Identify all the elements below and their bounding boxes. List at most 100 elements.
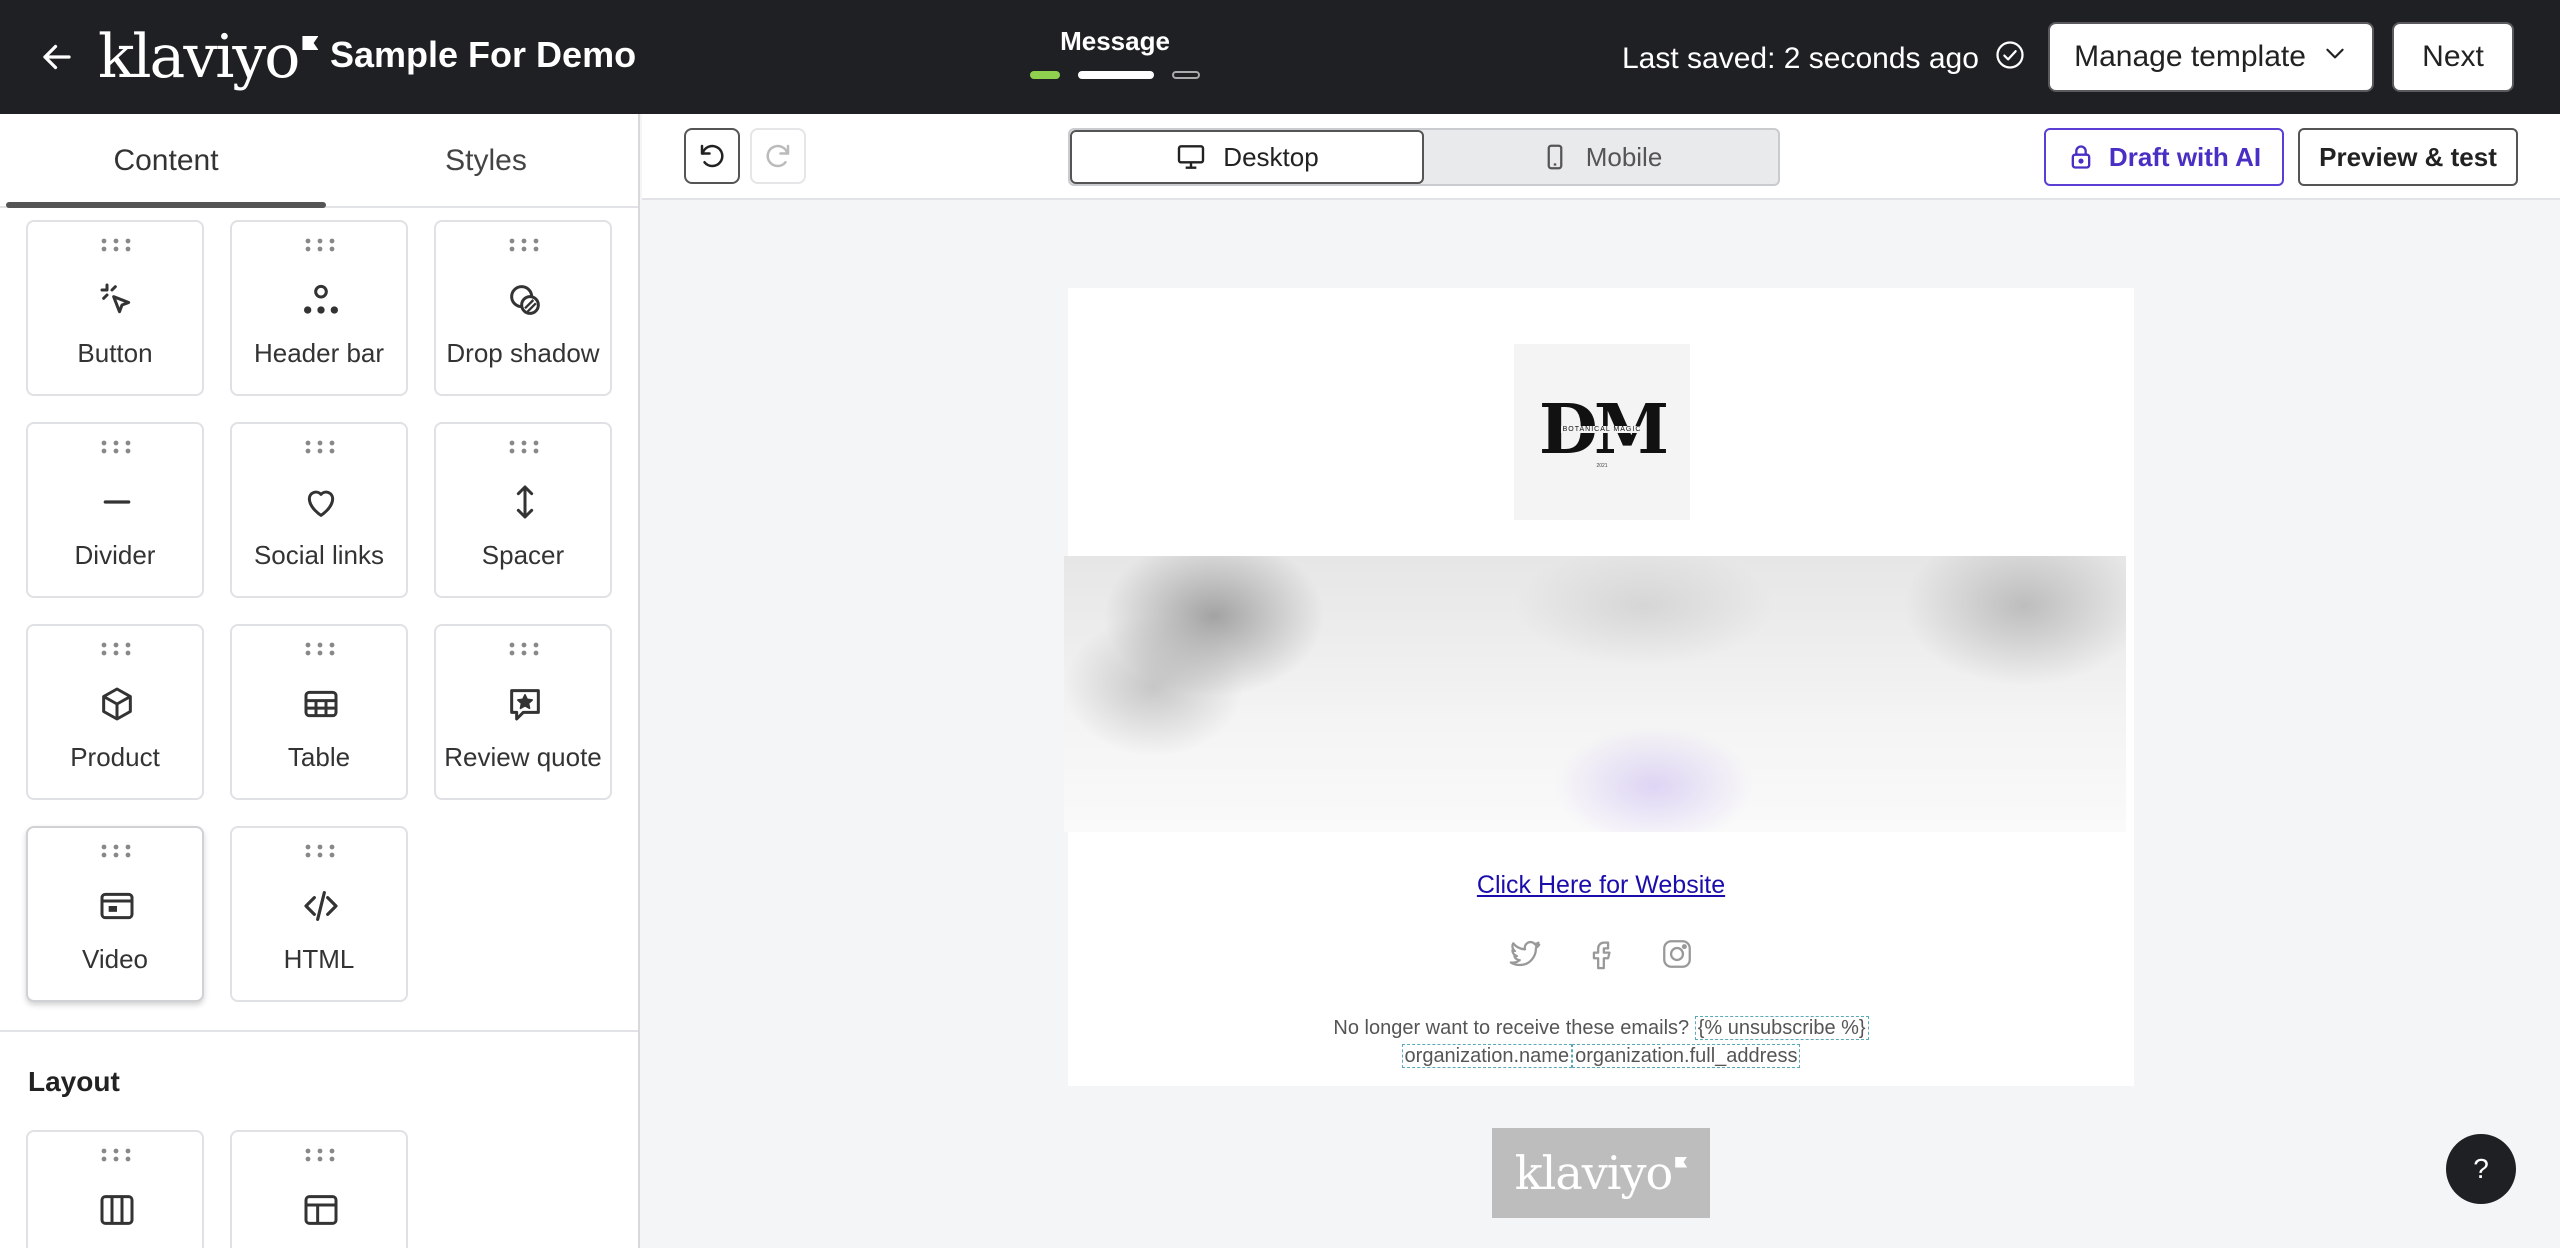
block-table[interactable]: Table xyxy=(230,624,408,800)
code-icon xyxy=(301,886,341,926)
desktop-label: Desktop xyxy=(1223,141,1319,172)
drag-handle-icon[interactable] xyxy=(100,440,132,454)
step-current-bar xyxy=(1078,71,1154,79)
drag-handle-icon[interactable] xyxy=(304,844,336,858)
step-progress xyxy=(1030,71,1200,79)
editor-toolbar: Desktop Mobile Draft with AI Preview & t… xyxy=(642,114,2560,200)
block-label: Header bar xyxy=(253,338,385,368)
active-tab-indicator xyxy=(6,202,326,208)
undo-button[interactable] xyxy=(684,128,740,184)
chevron-down-icon xyxy=(2322,40,2348,74)
block-columns[interactable] xyxy=(26,1130,204,1248)
drag-handle-icon[interactable] xyxy=(304,238,336,252)
manage-template-button[interactable]: Manage template xyxy=(2048,22,2374,92)
block-label: Spacer xyxy=(481,540,565,570)
tab-content[interactable]: Content xyxy=(6,114,326,208)
block-label: Product xyxy=(70,742,160,772)
back-arrow-icon[interactable] xyxy=(36,36,78,78)
drag-handle-icon[interactable] xyxy=(508,238,540,252)
save-status-text: Last saved: 2 seconds ago xyxy=(1622,42,1979,75)
drag-handle-icon[interactable] xyxy=(508,440,540,454)
org-address-tag[interactable]: organization.full_address xyxy=(1572,1044,1801,1068)
block-video[interactable]: Video xyxy=(26,826,204,1002)
drag-handle-icon[interactable] xyxy=(304,1148,336,1162)
block-review-quote[interactable]: Review quote xyxy=(434,624,612,800)
tab-styles[interactable]: Styles xyxy=(326,114,638,208)
drag-handle-icon[interactable] xyxy=(508,642,540,656)
divider-icon xyxy=(97,482,137,522)
block-product[interactable]: Product xyxy=(26,624,204,800)
powered-by-klaviyo-badge: klaviyo xyxy=(1492,1128,1710,1218)
klaviyo-logo[interactable]: klaviyo xyxy=(98,22,319,92)
drag-handle-icon[interactable] xyxy=(100,1148,132,1162)
instagram-icon[interactable] xyxy=(1657,934,1697,974)
block-divider[interactable]: Divider xyxy=(26,422,204,598)
block-label: Review quote xyxy=(444,742,602,772)
redo-button[interactable] xyxy=(750,128,806,184)
help-button[interactable]: ? xyxy=(2446,1134,2516,1204)
drag-handle-icon[interactable] xyxy=(100,844,132,858)
social-links xyxy=(1068,934,2134,974)
email-canvas: DM BOTANICAL MAGIC 2021 Click Here for W… xyxy=(642,202,2560,1248)
draft-with-ai-label: Draft with AI xyxy=(2108,141,2262,172)
layout-section-title: Layout xyxy=(28,1066,120,1097)
block-drop-shadow[interactable]: Drop shadow xyxy=(434,220,612,396)
block-label: Button xyxy=(77,338,153,368)
undo-icon xyxy=(700,144,724,168)
email-preview: DM BOTANICAL MAGIC 2021 Click Here for W… xyxy=(1064,288,2134,1086)
org-name-tag[interactable]: organization.name xyxy=(1401,1044,1573,1068)
block-label: Video xyxy=(81,944,149,974)
draft-with-ai-button[interactable]: Draft with AI xyxy=(2044,128,2284,186)
facebook-icon[interactable] xyxy=(1581,934,1621,974)
header-bar-icon xyxy=(301,280,341,320)
block-header-bar[interactable]: Header bar xyxy=(230,220,408,396)
redo-icon xyxy=(766,144,790,168)
section-divider xyxy=(0,1030,638,1032)
footer-unsubscribe-text: No longer want to receive these emails? xyxy=(1333,1017,1690,1039)
unsubscribe-tag[interactable]: {% unsubscribe %} xyxy=(1694,1016,1869,1040)
preview-test-button[interactable]: Preview & test xyxy=(2298,128,2518,186)
block-label: Drop shadow xyxy=(446,338,600,368)
website-link[interactable]: Click Here for Website xyxy=(1068,871,2134,900)
pointer-icon xyxy=(97,280,137,320)
manage-template-label: Manage template xyxy=(2074,40,2306,73)
check-circle-icon xyxy=(1995,40,2025,78)
drag-handle-icon[interactable] xyxy=(304,642,336,656)
block-spacer[interactable]: Spacer xyxy=(434,422,612,598)
lock-icon xyxy=(2071,145,2091,169)
mobile-view-button[interactable]: Mobile xyxy=(1424,130,1778,184)
drag-handle-icon[interactable] xyxy=(100,642,132,656)
table-icon xyxy=(301,684,341,724)
top-bar: klaviyo Sample For Demo Message Last sav… xyxy=(0,0,2560,114)
desktop-icon xyxy=(1178,145,1205,169)
step-next-bar xyxy=(1172,71,1200,79)
block-html[interactable]: HTML xyxy=(230,826,408,1002)
spacer-icon xyxy=(505,482,545,522)
save-status: Last saved: 2 seconds ago xyxy=(1622,40,2025,78)
layout-icon xyxy=(301,1190,341,1230)
mobile-label: Mobile xyxy=(1585,141,1663,172)
block-social-links[interactable]: Social links xyxy=(230,422,408,598)
video-icon xyxy=(97,886,137,926)
mobile-icon xyxy=(1547,144,1563,170)
desktop-view-button[interactable]: Desktop xyxy=(1070,130,1424,184)
block-label: HTML xyxy=(283,944,355,974)
cube-icon xyxy=(97,684,137,724)
twitter-icon[interactable] xyxy=(1505,934,1545,974)
block-split[interactable] xyxy=(230,1130,408,1248)
step-indicator: Message xyxy=(1030,26,1200,79)
hero-image[interactable] xyxy=(1064,556,2126,832)
drag-handle-icon[interactable] xyxy=(304,440,336,454)
drag-handle-icon[interactable] xyxy=(100,238,132,252)
heart-icon xyxy=(301,482,341,522)
content-sidebar: Content Styles Button Header bar Drop sh… xyxy=(0,114,640,1248)
drop-shadow-icon xyxy=(505,280,545,320)
next-button[interactable]: Next xyxy=(2392,22,2514,92)
brand-logo-image[interactable]: DM BOTANICAL MAGIC 2021 xyxy=(1514,344,1690,520)
step-label: Message xyxy=(1060,26,1170,56)
template-title[interactable]: Sample For Demo xyxy=(330,34,636,76)
block-label: Divider xyxy=(74,540,156,570)
block-button[interactable]: Button xyxy=(26,220,204,396)
block-label: Social links xyxy=(253,540,385,570)
brand-year: 2021 xyxy=(1596,462,1608,469)
